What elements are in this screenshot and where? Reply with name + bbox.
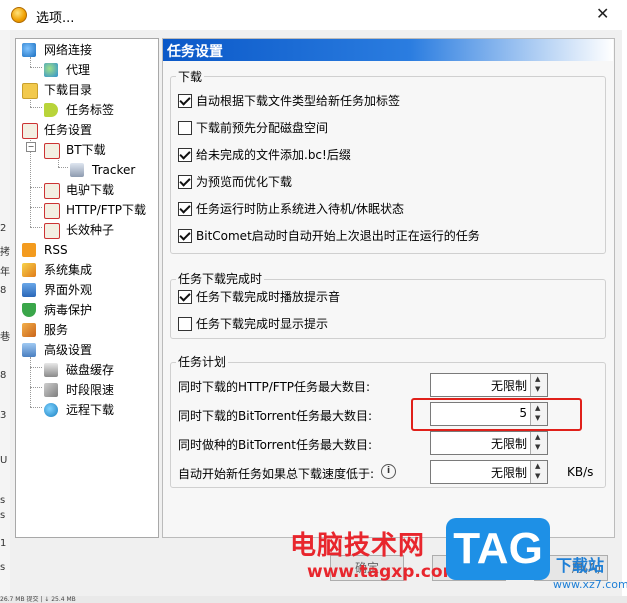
auto-start-speed-stepper[interactable]: 无限制 ▲ ▼ (430, 460, 548, 484)
watermark-logo: TAG (446, 518, 550, 580)
task-icon (44, 183, 60, 199)
settings-tree[interactable]: − 网络连接 代理 下载目录 任务标签 任务设置 BT下载 Tracker 电驴… (15, 38, 159, 538)
bt-seed-max-label: 同时做种的BitTorrent任务最大数目: (178, 438, 373, 452)
bleed-text: 1 (0, 538, 7, 549)
window-title: 选项... (36, 11, 75, 26)
task-icon (44, 143, 60, 159)
checkbox[interactable] (178, 229, 192, 243)
task-icon (44, 203, 60, 219)
bt-download-max-label: 同时下载的BitTorrent任务最大数目: (178, 409, 373, 423)
folder-icon (22, 83, 38, 99)
checkbox[interactable] (178, 94, 192, 108)
server-icon (70, 163, 84, 177)
checkbox[interactable] (178, 202, 192, 216)
auto-start-speed-label: 自动开始新任务如果总下载速度低于: (178, 467, 375, 481)
rss-icon (22, 243, 36, 257)
appearance-icon (22, 283, 36, 297)
bleed-text: 年 (0, 267, 10, 278)
watermark-site: 下载站 (556, 556, 605, 575)
highlight-box (411, 398, 582, 431)
globe-icon (22, 43, 36, 57)
speed-unit: KB/s (567, 465, 594, 479)
service-icon (22, 323, 36, 337)
checkbox[interactable] (178, 175, 192, 189)
info-icon[interactable]: i (381, 464, 396, 479)
panel-title: 任务设置 (167, 44, 223, 60)
bleed-text: 2 (0, 223, 7, 234)
plan-group-label: 任务计划 (176, 353, 229, 370)
bleed-text: s (0, 495, 6, 506)
disk-icon (44, 363, 58, 377)
checkbox[interactable] (178, 290, 192, 304)
checkbox[interactable] (178, 317, 192, 331)
stepper-arrows[interactable]: ▲ ▼ (530, 432, 547, 454)
bleed-text: 巷 (0, 332, 10, 343)
watermark-title: 电脑技术网 (290, 531, 426, 561)
tag-icon (44, 103, 58, 117)
stepper-arrows[interactable]: ▲ ▼ (530, 374, 547, 396)
title-bar (0, 0, 627, 30)
checkbox[interactable] (178, 121, 192, 135)
background-status-bar: 26.7 MB 提交 | ↓ 25.4 MB (0, 596, 627, 603)
bleed-text: s (0, 562, 6, 573)
watermark-site-url: www.xz7.com (553, 578, 627, 591)
bt-seed-max-stepper[interactable]: 无限制 ▲ ▼ (430, 431, 548, 455)
bleed-text: 8 (0, 285, 7, 296)
collapse-toggle[interactable]: − (26, 142, 36, 152)
bleed-text: s (0, 510, 6, 521)
schedule-icon (44, 383, 58, 397)
background-window-edge: 2 拷 年 8 巷 8 3 U s s 1 s (0, 30, 10, 603)
proxy-icon (44, 63, 58, 77)
shield-icon (22, 303, 36, 317)
watermark-url: www.tagxp.com (307, 562, 461, 582)
complete-group-label: 任务下载完成时 (176, 270, 265, 287)
task-icon (44, 223, 60, 239)
integration-icon (22, 263, 36, 277)
http-ftp-max-stepper[interactable]: 无限制 ▲ ▼ (430, 373, 548, 397)
download-group-label: 下载 (176, 68, 205, 85)
bleed-text: U (0, 455, 8, 466)
bleed-text: 拷 (0, 247, 10, 258)
app-icon (11, 7, 27, 23)
remote-icon (44, 403, 58, 417)
advanced-icon (22, 343, 36, 357)
bleed-text: 3 (0, 410, 7, 421)
stepper-arrows[interactable]: ▲ ▼ (530, 461, 547, 483)
http-ftp-max-label: 同时下载的HTTP/FTP任务最大数目: (178, 380, 371, 394)
checkbox[interactable] (178, 148, 192, 162)
task-icon (22, 123, 38, 139)
bleed-text: 8 (0, 370, 7, 381)
close-icon[interactable]: ✕ (596, 4, 609, 23)
panel-header (163, 39, 613, 61)
